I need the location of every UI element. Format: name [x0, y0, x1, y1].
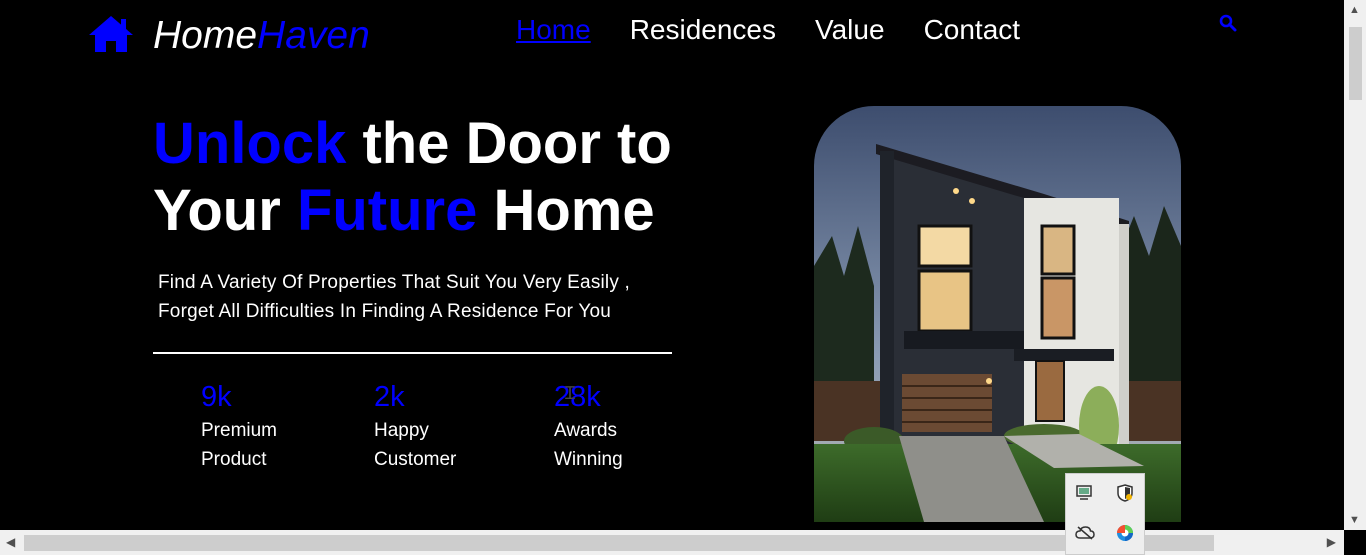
scroll-up-arrow-icon[interactable]: ▲ — [1349, 4, 1360, 16]
vertical-scrollbar[interactable]: ▲ ▼ — [1344, 0, 1366, 530]
stat-label: Premium Product — [201, 416, 277, 474]
house-icon — [89, 16, 133, 52]
hero-description-line2: Forget All Difficulties In Finding A Res… — [158, 301, 611, 322]
nav-contact[interactable]: Contact — [924, 14, 1021, 46]
scroll-left-arrow-icon[interactable]: ◀ — [6, 535, 15, 549]
main-nav: Home Residences Value Contact — [516, 14, 1059, 46]
divider — [153, 352, 672, 354]
brand-name[interactable]: HomeHaven — [153, 14, 370, 58]
hero-title: Unlock the Door to Your Future Home — [153, 110, 672, 244]
cloud-offline-icon[interactable] — [1072, 520, 1098, 546]
scroll-right-arrow-icon[interactable]: ▶ — [1327, 535, 1336, 549]
security-shield-icon[interactable] — [1112, 480, 1138, 506]
stat-label-line2: Winning — [554, 449, 623, 470]
brand-name-part1: Home — [153, 14, 258, 57]
stat-label: Awards Winning — [554, 416, 623, 474]
horizontal-scrollbar-thumb[interactable] — [24, 535, 1214, 551]
search-icon[interactable] — [1219, 14, 1237, 32]
hero-title-unlock: Unlock — [153, 111, 347, 176]
edge-browser-icon[interactable] — [1112, 520, 1138, 546]
hero-title-home: Home — [477, 178, 655, 243]
text-cursor-icon: Ɪ — [565, 383, 576, 404]
vertical-scrollbar-thumb[interactable] — [1349, 27, 1362, 100]
stat-label-line2: Customer — [374, 449, 457, 470]
stat-label: Happy Customer — [374, 416, 456, 474]
hero-description: Find A Variety Of Properties That Suit Y… — [158, 268, 678, 326]
stat-label-line1: Awards — [554, 420, 618, 441]
hero-house-image — [814, 106, 1181, 522]
network-icon[interactable] — [1072, 480, 1098, 506]
stat-value: 9k — [201, 381, 232, 413]
stat-value: 2k — [374, 381, 405, 413]
hero-title-your: Your — [153, 178, 297, 243]
nav-home[interactable]: Home — [516, 14, 591, 46]
nav-residences[interactable]: Residences — [630, 14, 776, 46]
scroll-down-arrow-icon[interactable]: ▼ — [1349, 514, 1360, 526]
hero-title-door: the Door to — [346, 111, 672, 176]
system-tray-overflow — [1065, 473, 1145, 555]
stat-label-line1: Premium — [201, 420, 278, 441]
stat-happy: 2k Happy Customer — [374, 380, 456, 474]
brand-name-part2: Haven — [257, 14, 370, 57]
logo[interactable] — [88, 14, 134, 54]
nav-value[interactable]: Value — [815, 14, 885, 46]
hero-title-future: Future — [296, 178, 478, 243]
hero-description-line1: Find A Variety Of Properties That Suit Y… — [158, 272, 631, 293]
stat-label-line1: Happy — [374, 420, 429, 441]
stat-label-line2: Product — [201, 449, 267, 470]
stat-premium: 9k Premium Product — [201, 380, 277, 474]
